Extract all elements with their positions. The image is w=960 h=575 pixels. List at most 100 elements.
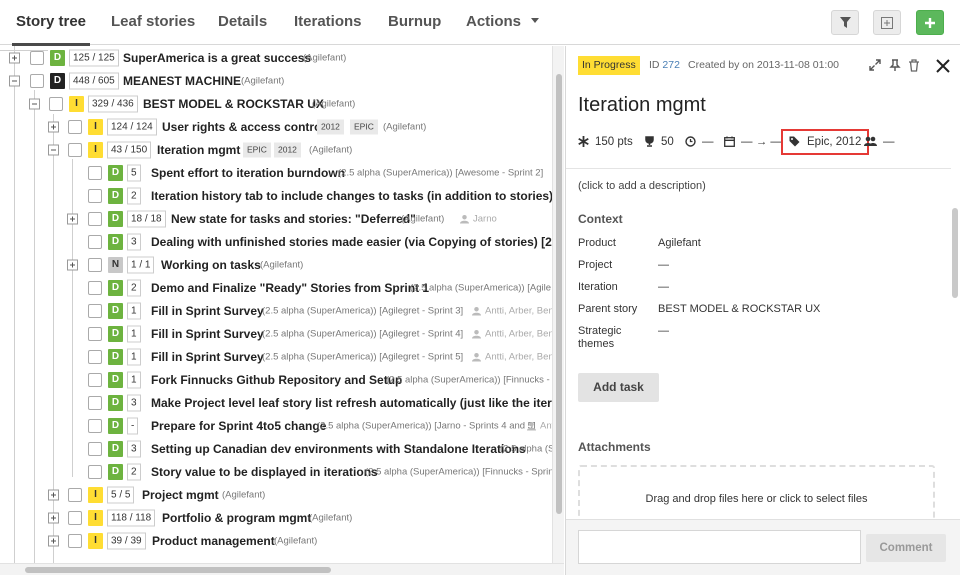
row-checkbox[interactable] <box>30 73 44 88</box>
row-checkbox[interactable] <box>30 50 44 65</box>
context-value[interactable]: — <box>658 325 669 337</box>
context-value[interactable]: BEST MODEL & ROCKSTAR UX <box>658 303 820 315</box>
status-badge[interactable]: In Progress <box>578 56 640 75</box>
pin-icon[interactable] <box>888 58 902 72</box>
story-name[interactable]: Setting up Canadian dev environments wit… <box>151 442 526 456</box>
story-name[interactable]: Demo and Finalize "Ready" Stories from S… <box>151 281 429 295</box>
tree-row[interactable]: I 124 / 124 User rights & access control… <box>0 115 552 138</box>
expand-toggle[interactable] <box>48 489 59 500</box>
tab-leaf-stories[interactable]: Leaf stories <box>111 0 195 45</box>
tree-row[interactable]: I 39 / 39 Product management (Agilefant) <box>0 529 552 552</box>
row-checkbox[interactable] <box>88 349 102 364</box>
story-name[interactable]: Iteration history tab to include changes… <box>151 189 552 203</box>
story-name[interactable]: User rights & access control <box>162 120 325 134</box>
expand-toggle[interactable] <box>67 259 78 270</box>
story-time-attr[interactable]: — <box>685 132 714 152</box>
expand-toggle[interactable] <box>48 512 59 523</box>
trash-icon[interactable] <box>907 58 921 72</box>
story-name[interactable]: Story value to be displayed in iteration… <box>151 465 378 479</box>
story-name[interactable]: Fork Finnucks Github Repository and Setu… <box>151 373 402 387</box>
tree-row[interactable]: D 3 Make Project level leaf story list r… <box>0 391 552 414</box>
add-task-button[interactable]: Add task <box>578 373 659 402</box>
story-name[interactable]: Working on tasks <box>161 258 261 272</box>
expand-toggle[interactable] <box>9 52 20 63</box>
row-checkbox[interactable] <box>68 510 82 525</box>
tree-row[interactable]: I 329 / 436 BEST MODEL & ROCKSTAR UX (Ag… <box>0 92 552 115</box>
story-name[interactable]: Fill in Sprint Survey <box>151 327 264 341</box>
story-name[interactable]: Spent effort to iteration burndown <box>151 166 345 180</box>
story-name[interactable]: Portfolio & program mgmt <box>162 511 311 525</box>
tree-row[interactable]: D 2 Iteration history tab to include cha… <box>0 184 552 207</box>
row-checkbox[interactable] <box>88 234 102 249</box>
tree-row[interactable]: D - Prepare for Sprint 4to5 change (2.5 … <box>0 414 552 437</box>
tree-row[interactable]: D 5 Spent effort to iteration burndown (… <box>0 161 552 184</box>
row-checkbox[interactable] <box>88 372 102 387</box>
tree-row[interactable]: N 1 / 1 Working on tasks (Agilefant) <box>0 253 552 276</box>
row-checkbox[interactable] <box>88 188 102 203</box>
tree-horizontal-scrollbar[interactable] <box>0 563 564 575</box>
tree-row[interactable]: D 3 Setting up Canadian dev environments… <box>0 437 552 460</box>
story-name[interactable]: Iteration mgmt <box>157 143 240 157</box>
story-team-attr[interactable]: — <box>864 132 895 152</box>
tab-iterations[interactable]: Iterations <box>294 0 362 45</box>
expand-toggle[interactable] <box>67 213 78 224</box>
maximize-icon[interactable] <box>868 58 882 72</box>
scroll-thumb[interactable] <box>952 208 958 298</box>
story-name[interactable]: Make Project level leaf story list refre… <box>151 396 552 410</box>
story-name[interactable]: Prepare for Sprint 4to5 change <box>151 419 326 433</box>
story-labels-attr[interactable]: Epic, 2012 <box>781 129 870 155</box>
row-checkbox[interactable] <box>68 487 82 502</box>
story-title[interactable]: Iteration mgmt <box>578 94 706 117</box>
tree-row[interactable]: D 2 Demo and Finalize "Ready" Stories fr… <box>0 276 552 299</box>
row-checkbox[interactable] <box>88 211 102 226</box>
expand-all-button[interactable] <box>873 10 901 35</box>
story-name[interactable]: SuperAmerica is a great success <box>123 51 311 65</box>
close-icon[interactable] <box>935 58 951 74</box>
row-checkbox[interactable] <box>88 395 102 410</box>
story-name[interactable]: MEANEST MACHINE <box>123 74 241 88</box>
story-name[interactable]: Fill in Sprint Survey <box>151 350 264 364</box>
story-name[interactable]: Project mgmt <box>142 488 219 502</box>
expand-toggle[interactable] <box>48 121 59 132</box>
story-dates-attr[interactable]: — → — <box>724 132 782 152</box>
story-value-attr[interactable]: 50 <box>644 132 674 152</box>
row-checkbox[interactable] <box>88 165 102 180</box>
detail-scrollbar[interactable] <box>950 168 960 518</box>
story-name[interactable]: Fill in Sprint Survey <box>151 304 264 318</box>
row-checkbox[interactable] <box>88 303 102 318</box>
filter-button[interactable] <box>831 10 859 35</box>
tree-row[interactable]: D 3 Dealing with unfinished stories made… <box>0 230 552 253</box>
row-checkbox[interactable] <box>88 441 102 456</box>
tree-vertical-scrollbar[interactable] <box>552 46 564 563</box>
tree-row[interactable]: D 1 Fork Finnucks Github Repository and … <box>0 368 552 391</box>
scroll-thumb[interactable] <box>556 74 562 514</box>
row-checkbox[interactable] <box>88 464 102 479</box>
story-name[interactable]: BEST MODEL & ROCKSTAR UX <box>143 97 324 111</box>
comment-input[interactable] <box>578 530 861 564</box>
scroll-thumb[interactable] <box>25 567 331 573</box>
tree-row[interactable]: I 5 / 5 Project mgmt (Agilefant) <box>0 483 552 506</box>
context-value[interactable]: — <box>658 281 669 293</box>
tab-actions[interactable]: Actions <box>466 0 540 45</box>
tree-row[interactable]: D 2 Story value to be displayed in itera… <box>0 460 552 483</box>
row-checkbox[interactable] <box>68 142 82 157</box>
row-checkbox[interactable] <box>49 96 63 111</box>
row-checkbox[interactable] <box>88 257 102 272</box>
expand-toggle[interactable] <box>48 535 59 546</box>
tree-row[interactable]: D 448 / 605 MEANEST MACHINE (Agilefant) <box>0 69 552 92</box>
tree-row[interactable]: D 1 Fill in Sprint Survey (2.5 alpha (Su… <box>0 299 552 322</box>
tree-row[interactable]: I 118 / 118 Portfolio & program mgmt (Ag… <box>0 506 552 529</box>
add-story-button[interactable] <box>916 10 944 35</box>
row-checkbox[interactable] <box>68 119 82 134</box>
row-checkbox[interactable] <box>68 533 82 548</box>
tree-row[interactable]: D 1 Fill in Sprint Survey (2.5 alpha (Su… <box>0 322 552 345</box>
tab-story-tree[interactable]: Story tree <box>11 0 91 46</box>
tab-details[interactable]: Details <box>218 0 267 45</box>
tree-row[interactable]: D 125 / 125 SuperAmerica is a great succ… <box>0 46 552 69</box>
context-value[interactable]: — <box>658 259 669 271</box>
tree-row[interactable]: D 1 Fill in Sprint Survey (2.5 alpha (Su… <box>0 345 552 368</box>
description-placeholder[interactable]: (click to add a description) <box>578 180 706 192</box>
story-name[interactable]: Product management <box>152 534 275 548</box>
story-name[interactable]: New state for tasks and stories: "Deferr… <box>171 212 416 226</box>
collapse-toggle[interactable] <box>29 98 40 109</box>
